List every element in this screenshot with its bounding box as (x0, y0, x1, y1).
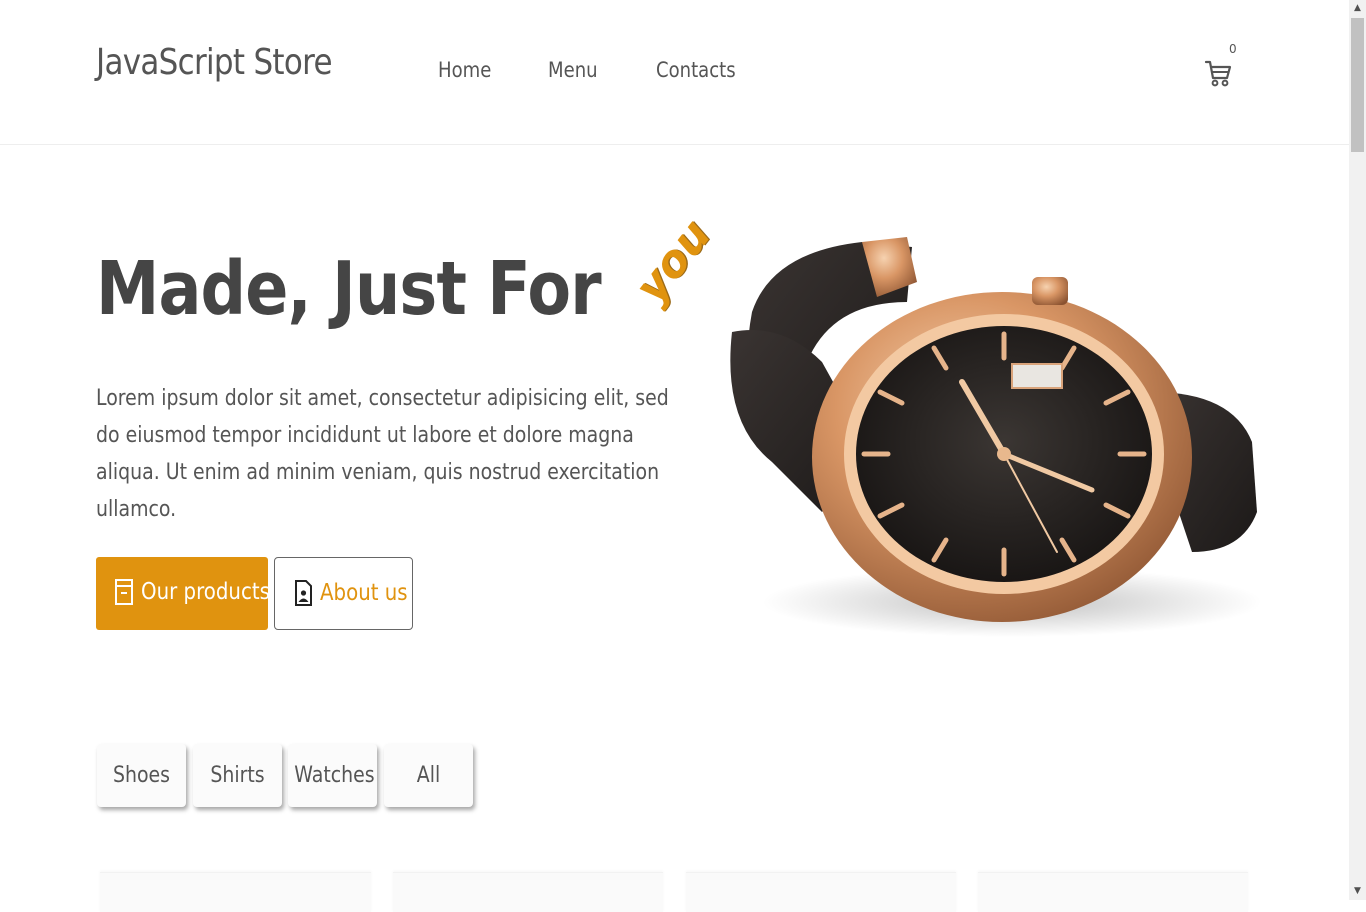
document-person-icon (295, 580, 312, 606)
filter-shoes-button[interactable]: Shoes (97, 744, 186, 807)
nav-home-link[interactable]: Home (438, 58, 491, 82)
wristwatch-image (730, 237, 1262, 637)
page-scrollbar[interactable]: ▲ ▼ (1349, 0, 1366, 900)
nav-menu-link[interactable]: Menu (548, 58, 598, 82)
product-card[interactable] (686, 872, 956, 912)
about-us-label: About us (320, 580, 408, 606)
hero-description: Lorem ipsum dolor sit amet, consectetur … (96, 386, 669, 522)
filter-watches-button[interactable]: Watches (288, 744, 377, 807)
nav-contacts-link[interactable]: Contacts (656, 58, 736, 82)
scroll-up-arrow-icon[interactable]: ▲ (1349, 0, 1366, 17)
site-header: JavaScript Store Home Menu Contacts 0 (0, 0, 1349, 145)
box-icon (115, 579, 133, 605)
cart-icon[interactable] (1204, 56, 1232, 88)
filter-shirts-button[interactable]: Shirts (193, 744, 282, 807)
our-products-label: Our products (141, 579, 270, 605)
site-logo[interactable]: JavaScript Store (96, 42, 333, 83)
filter-all-label: All (416, 763, 441, 788)
product-card[interactable] (393, 872, 663, 912)
product-card[interactable] (100, 872, 371, 912)
about-us-button[interactable]: About us (274, 557, 413, 630)
hero-title: Made, Just For (96, 246, 602, 332)
hero-accent-word: you (625, 210, 721, 313)
filter-watches-label: Watches (294, 763, 375, 788)
filter-shoes-label: Shoes (112, 763, 171, 788)
filter-all-button[interactable]: All (384, 744, 473, 807)
product-card[interactable] (978, 872, 1248, 912)
filter-shirts-label: Shirts (210, 763, 265, 788)
cart-count-badge: 0 (1229, 42, 1237, 56)
scrollbar-thumb[interactable] (1351, 18, 1364, 152)
scroll-down-arrow-icon[interactable]: ▼ (1349, 883, 1366, 900)
our-products-button[interactable]: Our products (96, 557, 270, 630)
